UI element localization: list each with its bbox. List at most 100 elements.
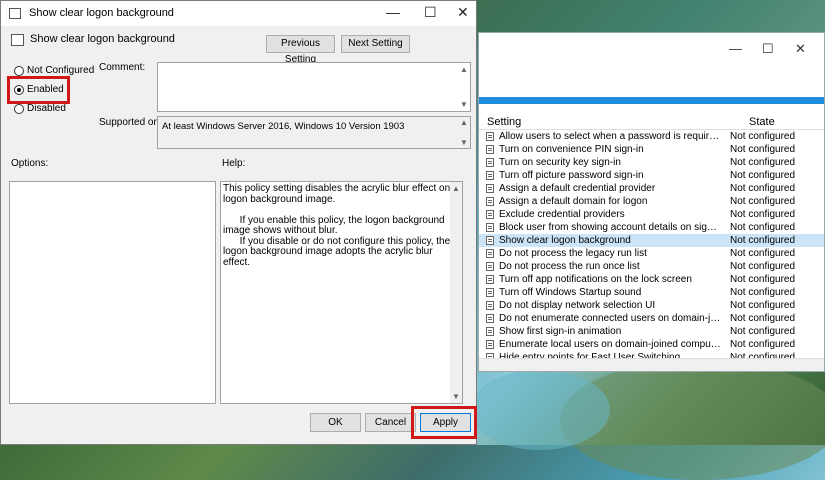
setting-state: Not configured — [730, 157, 796, 168]
table-row[interactable]: Allow users to select when a password is… — [479, 130, 824, 143]
supported-on-label: Supported on: — [99, 117, 162, 128]
setting-name: Assign a default credential provider — [499, 183, 656, 194]
table-row[interactable]: Do not process the run once list Not conf… — [479, 260, 824, 273]
previous-setting-button[interactable]: Previous Setting — [266, 35, 335, 65]
table-row[interactable]: Turn on convenience PIN sign-in Not confi… — [479, 143, 824, 156]
bg-window-titlebar: — ☐ ✕ — [479, 33, 824, 65]
dialog-titlebar: Show clear logon background — ☐ ✕ — [1, 1, 476, 26]
policy-setting-icon — [486, 314, 494, 323]
setting-state: Not configured — [730, 196, 796, 207]
cancel-button[interactable]: Cancel — [365, 413, 416, 432]
table-row[interactable]: Assign a default domain for logon Not con… — [479, 195, 824, 208]
table-row[interactable]: Turn off picture password sign-in Not con… — [479, 169, 824, 182]
policy-setting-dialog: Show clear logon background — ☐ ✕ Show c… — [0, 0, 477, 445]
scroll-down-icon[interactable]: ▼ — [460, 138, 468, 147]
setting-state: Not configured — [730, 261, 796, 272]
table-row[interactable]: Do not process the legacy run list Not co… — [479, 247, 824, 260]
policy-setting-icon — [486, 171, 494, 180]
dialog-title: Show clear logon background — [29, 7, 174, 19]
setting-state: Not configured — [730, 248, 796, 259]
table-row[interactable]: Block user from showing account details … — [479, 221, 824, 234]
supported-on-field: At least Windows Server 2016, Windows 10… — [157, 116, 471, 149]
table-row[interactable]: Turn off app notifications on the lock s… — [479, 273, 824, 286]
setting-name: Turn off picture password sign-in — [499, 170, 644, 181]
policy-setting-icon — [486, 249, 494, 258]
setting-name: Turn on security key sign-in — [499, 157, 621, 168]
supported-scrollbar[interactable]: ▲ ▼ — [458, 117, 470, 148]
setting-state: Not configured — [730, 287, 796, 298]
table-header: Setting State — [479, 113, 824, 130]
comment-label: Comment: — [99, 62, 146, 73]
horizontal-scrollbar[interactable] — [479, 358, 824, 371]
policy-setting-icon — [486, 288, 494, 297]
supported-on-value: At least Windows Server 2016, Windows 10… — [162, 121, 405, 132]
close-icon[interactable]: ✕ — [457, 4, 469, 21]
setting-name: Block user from showing account details … — [499, 222, 721, 233]
setting-name: Do not enumerate connected users on doma… — [499, 313, 721, 324]
setting-name: Turn off app notifications on the lock s… — [499, 274, 692, 285]
ok-button[interactable]: OK — [310, 413, 361, 432]
setting-name: Do not process the legacy run list — [499, 248, 647, 259]
table-row[interactable]: Do not enumerate connected users on doma… — [479, 312, 824, 325]
policy-setting-icon — [486, 236, 494, 245]
setting-state: Not configured — [730, 131, 796, 142]
policy-setting-icon — [486, 210, 494, 219]
table-row[interactable]: Exclude credential providers Not configur… — [479, 208, 824, 221]
table-row[interactable]: Turn off Windows Startup sound Not config… — [479, 286, 824, 299]
policy-table: Allow users to select when a password is… — [479, 130, 824, 364]
column-header-state[interactable]: State — [749, 116, 775, 128]
setting-name: Do not process the run once list — [499, 261, 640, 272]
setting-state: Not configured — [730, 183, 796, 194]
table-row[interactable]: Do not display network selection UI Not c… — [479, 299, 824, 312]
scroll-down-icon[interactable]: ▼ — [452, 392, 460, 401]
setting-state: Not configured — [730, 313, 796, 324]
not-configured-radio[interactable] — [14, 66, 24, 76]
table-row[interactable]: Turn on security key sign-in Not configur… — [479, 156, 824, 169]
options-label: Options: — [11, 158, 49, 169]
setting-name: Show clear logon background — [499, 235, 631, 246]
policy-setting-icon — [486, 223, 494, 232]
setting-name: Assign a default domain for logon — [499, 196, 648, 207]
disabled-radio[interactable] — [14, 104, 24, 114]
policy-setting-icon — [486, 197, 494, 206]
help-text: This policy setting disables the acrylic… — [223, 183, 451, 268]
options-pane — [9, 181, 216, 404]
table-row[interactable]: Show clear logon background Not configure… — [479, 234, 824, 247]
setting-name: Enumerate local users on domain-joined c… — [499, 339, 721, 350]
not-configured-label: Not Configured — [27, 65, 95, 76]
close-icon[interactable]: ✕ — [795, 41, 806, 57]
setting-name: Do not display network selection UI — [499, 300, 656, 311]
policy-setting-icon — [486, 132, 494, 141]
table-row[interactable]: Show first sign-in animation Not configur… — [479, 325, 824, 338]
setting-state: Not configured — [730, 339, 796, 350]
column-header-setting[interactable]: Setting — [487, 116, 521, 128]
setting-name: Show first sign-in animation — [499, 326, 622, 337]
table-row[interactable]: Enumerate local users on domain-joined c… — [479, 338, 824, 351]
scroll-down-icon[interactable]: ▼ — [460, 100, 468, 109]
comment-field[interactable]: ▲ ▼ — [157, 62, 471, 112]
maximize-icon[interactable]: ☐ — [424, 4, 437, 21]
comment-scrollbar[interactable]: ▲ ▼ — [458, 63, 470, 111]
setting-name: Exclude credential providers — [499, 209, 625, 220]
apply-highlight-box — [411, 406, 477, 439]
minimize-icon[interactable]: — — [729, 41, 742, 56]
extended-view-bar — [479, 97, 824, 104]
setting-state: Not configured — [730, 222, 796, 233]
setting-state: Not configured — [730, 235, 796, 246]
table-row[interactable]: Assign a default credential provider Not … — [479, 182, 824, 195]
policy-list-window: — ☐ ✕ Setting State Allow users to selec… — [478, 32, 825, 372]
policy-setting-icon — [486, 145, 494, 154]
setting-name: Turn off Windows Startup sound — [499, 287, 642, 298]
scroll-up-icon[interactable]: ▲ — [460, 118, 468, 127]
policy-setting-icon — [486, 184, 494, 193]
policy-setting-icon — [486, 158, 494, 167]
minimize-icon[interactable]: — — [386, 4, 400, 20]
setting-title: Show clear logon background — [30, 33, 175, 45]
policy-setting-icon — [486, 340, 494, 349]
maximize-icon[interactable]: ☐ — [762, 41, 774, 57]
scroll-up-icon[interactable]: ▲ — [460, 65, 468, 74]
setting-name: Allow users to select when a password is… — [499, 131, 721, 142]
disabled-label: Disabled — [27, 103, 66, 114]
next-setting-button[interactable]: Next Setting — [341, 35, 410, 53]
policy-setting-icon — [486, 275, 494, 284]
